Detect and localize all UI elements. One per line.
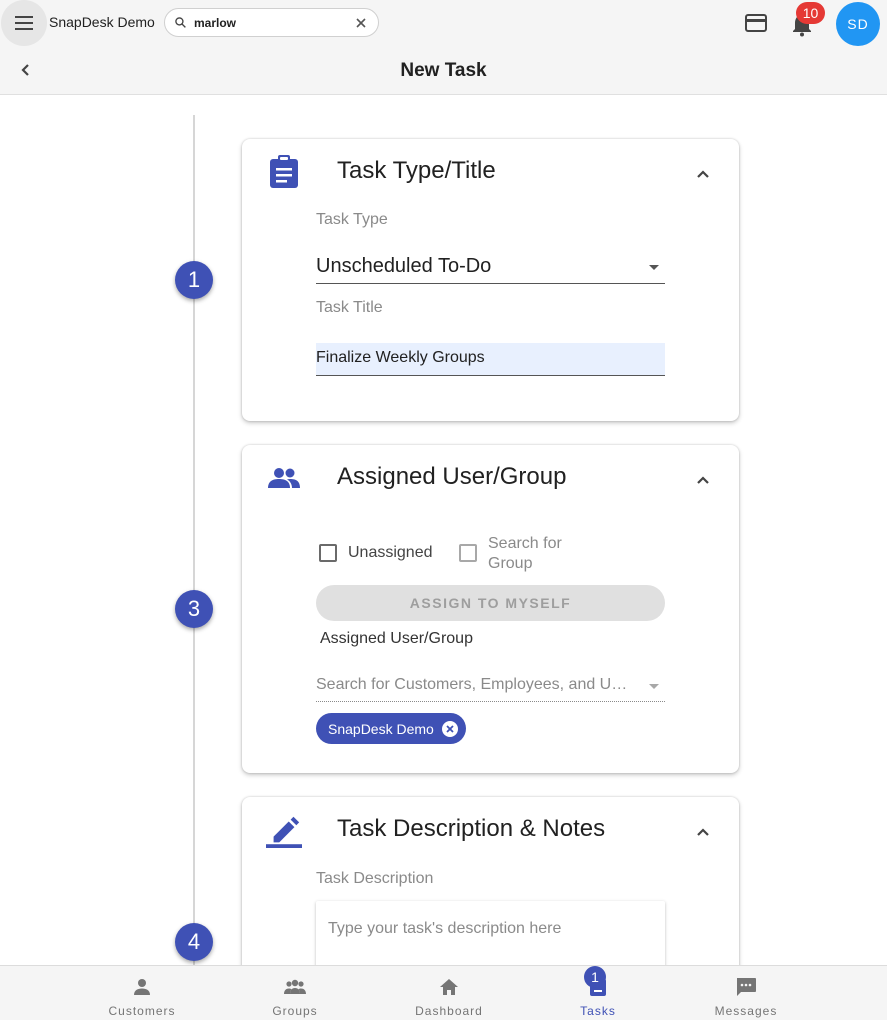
collapse-button[interactable] [691, 162, 715, 186]
bottom-navigation: Customers Groups Dashboard Tasks Message… [0, 965, 887, 1020]
card-title: Assigned User/Group [337, 463, 567, 490]
task-type-label: Task Type [316, 211, 388, 228]
app-title: SnapDesk Demo [49, 14, 155, 30]
assigned-user-card: Assigned User/Group Unassigned Search fo… [242, 445, 739, 773]
clear-search-icon[interactable] [355, 17, 367, 29]
chevron-up-icon [697, 828, 709, 836]
chevron-up-icon [697, 476, 709, 484]
step-marker: 4 [175, 923, 213, 961]
card-icon-wrapper [266, 812, 302, 848]
menu-button[interactable] [1, 0, 47, 46]
assign-to-myself-button[interactable]: ASSIGN TO MYSELF [316, 585, 665, 621]
dropdown-arrow-icon [649, 265, 659, 270]
search-group-label-line: Group [488, 555, 533, 572]
hamburger-menu-icon [15, 16, 33, 30]
timeline-line [193, 115, 195, 965]
collapse-button[interactable] [691, 820, 715, 844]
nav-label: Messages [714, 1004, 778, 1018]
person-icon [134, 979, 150, 995]
nav-label: Groups [272, 1004, 318, 1018]
people-icon [268, 468, 300, 488]
nav-label: Customers [108, 1004, 176, 1018]
collapse-button[interactable] [691, 468, 715, 492]
task-description-placeholder: Type your task's description here [328, 920, 562, 937]
payment-button[interactable] [743, 10, 769, 36]
assigned-user-group-label: Assigned User/Group [320, 630, 473, 647]
task-title-label: Task Title [316, 299, 383, 316]
nav-label: Tasks [580, 1004, 616, 1018]
search-group-label: Search for Group [488, 534, 562, 574]
task-description-label: Task Description [316, 870, 434, 887]
step-marker: 1 [175, 261, 213, 299]
card-icon-wrapper [266, 460, 302, 496]
credit-card-icon [745, 14, 767, 32]
nav-item-groups[interactable]: Groups [253, 966, 337, 1020]
unassigned-checkbox[interactable] [319, 544, 337, 562]
nav-item-customers[interactable]: Customers [100, 966, 184, 1020]
pencil-icon [266, 816, 302, 848]
search-input[interactable] [194, 14, 344, 32]
assignee-search-select[interactable]: Search for Customers, Employees, and Use… [316, 672, 665, 702]
chevron-up-icon [697, 170, 709, 178]
card-icon-wrapper [266, 154, 302, 190]
step-marker: 3 [175, 590, 213, 628]
search-group-label-line: Search for [488, 535, 562, 552]
search-icon [175, 17, 186, 28]
tasks-count-badge: 1 [584, 966, 606, 988]
page-title: New Task [400, 60, 487, 81]
task-title-input[interactable]: Finalize Weekly Groups [316, 343, 665, 376]
unassigned-label: Unassigned [348, 544, 433, 561]
card-title: Task Description & Notes [337, 815, 606, 842]
chip-remove-icon[interactable] [441, 720, 458, 737]
notification-count-badge: 10 [796, 2, 825, 24]
card-title: Task Type/Title [337, 157, 496, 184]
task-type-value: Unscheduled To-Do [316, 255, 492, 277]
task-type-card: Task Type/Title Task Type Unscheduled To… [242, 139, 739, 421]
home-icon [440, 979, 458, 995]
assignee-search-placeholder: Search for Customers, Employees, and Use… [316, 676, 634, 693]
search-group-checkbox[interactable] [459, 544, 477, 562]
dropdown-arrow-icon [649, 684, 659, 689]
message-icon [737, 978, 756, 996]
nav-item-dashboard[interactable]: Dashboard [404, 966, 494, 1020]
task-type-select[interactable]: Unscheduled To-Do [316, 255, 665, 284]
top-app-bar: SnapDesk Demo 10 SD New Task [0, 0, 887, 95]
user-avatar[interactable]: SD [836, 2, 880, 46]
search-bar[interactable] [164, 8, 379, 37]
clipboard-icon [270, 155, 298, 188]
assignee-chip: SnapDesk Demo [316, 713, 466, 744]
nav-item-messages[interactable]: Messages [706, 966, 786, 1020]
chip-label: SnapDesk Demo [328, 720, 434, 737]
nav-label: Dashboard [415, 1004, 483, 1018]
groups-icon [284, 979, 306, 994]
